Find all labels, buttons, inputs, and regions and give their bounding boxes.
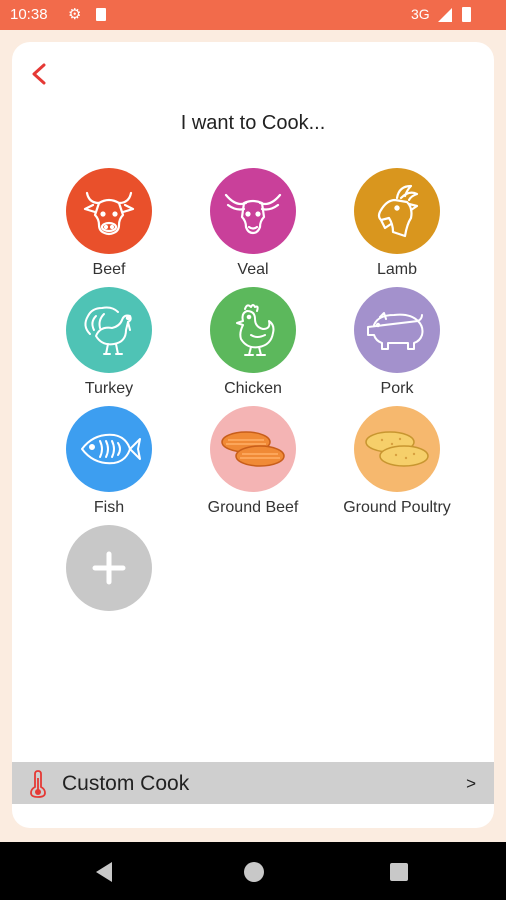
meat-item-circle [66,168,152,254]
custom-cook-label: Custom Cook [62,772,190,795]
calf-head-icon [224,193,282,235]
meat-item-label: Chicken [224,380,282,397]
meat-item-circle [354,168,440,254]
thermometer-icon [30,770,46,798]
nav-back-icon[interactable] [96,862,112,882]
status-time: 10:38 [10,6,48,23]
main-card: I want to Cook... Beef Veal Lamb Turkey … [12,42,494,828]
plus-icon [92,551,126,585]
turkey-icon [84,306,132,355]
battery-icon [462,7,471,22]
nav-recents-icon[interactable] [390,863,408,881]
chicken-icon [236,304,275,356]
pig-icon [367,312,424,350]
patties-icon [221,431,285,467]
status-bar: 10:38 ⚙ 3G [0,0,506,30]
meat-item-circle [66,287,152,373]
meat-item-label: Veal [237,261,269,278]
cow-head-icon [83,191,135,236]
meat-item-label: Ground Poultry [343,499,451,516]
add-item-circle [66,525,152,611]
meat-item-ground-beef[interactable]: Ground Beef [178,406,328,526]
meat-item-circle [66,406,152,492]
meat-item-circle [210,287,296,373]
patties-icon [365,431,429,467]
nav-home-icon[interactable] [244,862,264,882]
meat-item-circle [210,168,296,254]
meat-item-label: Pork [380,380,414,397]
signal-icon [438,8,452,22]
settings-gear-icon: ⚙ [68,6,82,23]
add-item-button[interactable] [34,525,184,645]
meat-item-pork[interactable]: Pork [322,287,472,407]
meat-item-chicken[interactable]: Chicken [178,287,328,407]
sim-card-icon [96,8,106,21]
meat-item-turkey[interactable]: Turkey [34,287,184,407]
meat-grid: Beef Veal Lamb Turkey Chicken Pork Fish … [12,42,494,642]
navigation-bar [0,842,506,900]
meat-item-veal[interactable]: Veal [178,168,328,288]
network-type: 3G [411,6,430,22]
custom-cook-button[interactable]: Custom Cook > [12,762,494,804]
meat-item-label: Ground Beef [207,499,299,516]
meat-item-ground-poultry[interactable]: Ground Poultry [322,406,472,526]
meat-item-label: Turkey [84,380,134,397]
meat-item-circle [210,406,296,492]
meat-item-lamb[interactable]: Lamb [322,168,472,288]
meat-item-fish[interactable]: Fish [34,406,184,526]
fish-icon [81,433,141,465]
meat-item-label: Beef [92,261,126,278]
goat-head-icon [377,184,419,238]
meat-item-beef[interactable]: Beef [34,168,184,288]
meat-item-circle [354,406,440,492]
meat-item-circle [354,287,440,373]
meat-item-label: Fish [93,499,125,516]
chevron-right-icon: > [466,774,476,793]
meat-item-label: Lamb [376,261,418,278]
